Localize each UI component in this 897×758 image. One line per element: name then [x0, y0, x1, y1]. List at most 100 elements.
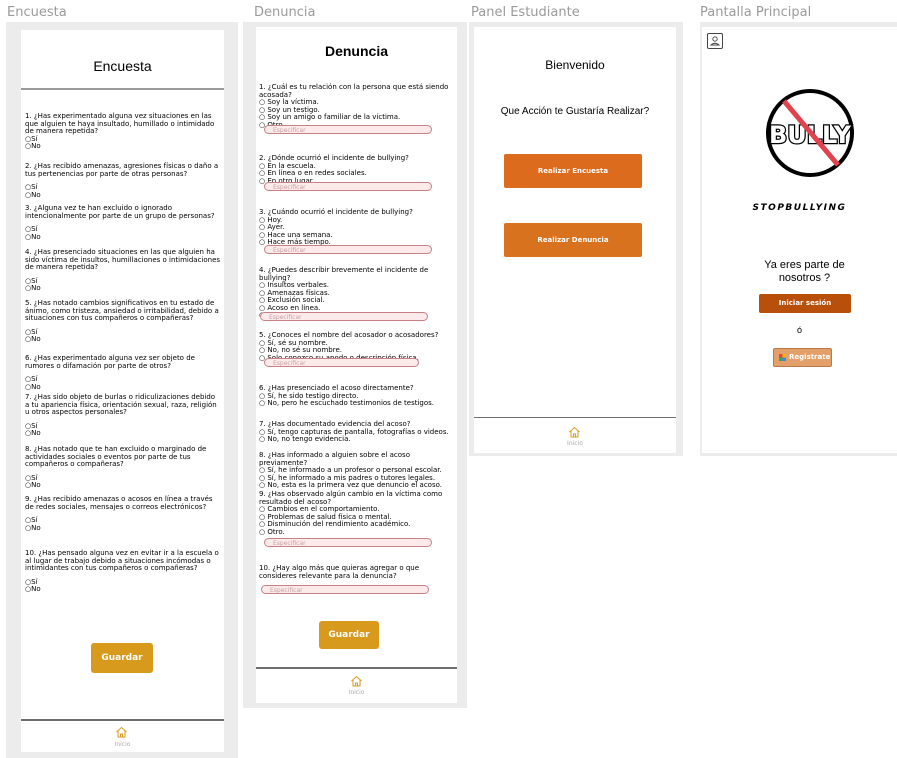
radio-option[interactable]: ○Sí [25, 474, 221, 483]
encuesta-screen: Encuesta 1. ¿Has experimentado alguna ve… [21, 30, 224, 752]
encuesta-question: 3. ¿Alguna vez te han excluido o ignorad… [25, 204, 221, 242]
encuesta-question: 10. ¿Has pensado alguna vez en evitar ir… [25, 549, 221, 594]
encuesta-question: 7. ¿Has sido objeto de burlas o ridiculi… [25, 393, 221, 438]
radio-label: No [31, 429, 41, 437]
radio-label: No, no tengo evidencia. [267, 435, 351, 443]
encuesta-question: 6. ¿Has experimentado alguna vez ser obj… [25, 354, 221, 392]
specify-input[interactable]: Especificar [264, 538, 432, 547]
specify-input[interactable]: Especificar [264, 358, 419, 367]
encuesta-question: 1. ¿Has experimentado alguna vez situaci… [25, 112, 221, 151]
denuncia-question: 9. ¿Has observado algún cambio en la víc… [259, 490, 455, 537]
radio-option[interactable]: ○ Acoso en línea. [259, 304, 455, 313]
denuncia-nav-label[interactable]: Inicio [256, 689, 457, 696]
radio-label: No, esta es la primera vez que denuncio … [267, 481, 442, 489]
question-text: 9. ¿Has recibido amenazas o acosos en lí… [25, 495, 213, 511]
radio-option[interactable]: ○Sí [25, 328, 221, 337]
brand-text: STOPBULLYING [752, 203, 847, 213]
radio-option[interactable]: ○No [25, 284, 221, 293]
home-icon[interactable] [568, 426, 581, 438]
question-text: 4. ¿Puedes describir brevemente el incid… [259, 266, 429, 282]
radio-option[interactable]: ○No [25, 190, 221, 200]
radio-label: No [31, 284, 41, 292]
radio-label: Soy un amigo o familiar de la víctima. [267, 113, 401, 121]
principal-screen: BULLY STOPBULLYING Ya eres parte de noso… [702, 27, 897, 453]
radio-option[interactable]: ○ Soy un amigo o familiar de la víctima. [259, 113, 455, 122]
encuesta-question: 2. ¿Has recibido amenazas, agresiones fí… [25, 162, 221, 200]
home-icon[interactable] [115, 726, 128, 738]
survey-button[interactable]: Realizar Encuesta [504, 154, 642, 188]
frame-label-principal: Pantalla Principal [700, 5, 812, 20]
encuesta-question: 5. ¿Has notado cambios significativos en… [25, 299, 221, 344]
radio-option[interactable]: ○No [25, 585, 221, 594]
report-button[interactable]: Realizar Denuncia [504, 223, 642, 257]
radio-option[interactable]: ○Sí [25, 578, 221, 587]
radio-option[interactable]: ○No [25, 232, 221, 242]
radio-label: No [31, 190, 41, 199]
question-text: 3. ¿Alguna vez te han excluido o ignorad… [25, 204, 215, 220]
radio-option[interactable]: ○Sí [25, 375, 221, 384]
denuncia-question: 3. ¿Cuándo ocurrió el incidente de bully… [259, 208, 455, 247]
radio-option[interactable]: ○No [25, 142, 221, 151]
radio-option[interactable]: ○ Hoy. [259, 216, 455, 225]
question-text: 1. ¿Cuál es tu relación con la persona q… [259, 83, 449, 99]
radio-option[interactable]: ○Sí [25, 225, 221, 234]
radio-option[interactable]: ○Sí [25, 422, 221, 431]
denuncia-save-button[interactable]: Guardar [319, 621, 379, 649]
radio-label: No [31, 585, 41, 593]
panel-nav-label[interactable]: Inicio [474, 440, 676, 447]
radio-option[interactable]: ○Sí [25, 135, 221, 144]
encuesta-question: 4. ¿Has presenciado situaciones en las q… [25, 248, 221, 293]
specify-input[interactable]: Especificar [261, 585, 429, 594]
member-question: Ya eres parte de nosotros ? [764, 259, 845, 284]
frame-label-panel: Panel Estudiante [471, 5, 580, 20]
encuesta-nav-label[interactable]: Inicio [21, 741, 224, 748]
radio-label: No [31, 382, 41, 391]
frame-label-encuesta: Encuesta [7, 5, 67, 20]
user-icon [709, 36, 721, 46]
denuncia-question: 10. ¿Hay algo más que quieras agregar o … [259, 564, 455, 580]
radio-option[interactable]: ○No [25, 524, 221, 533]
specify-input[interactable]: Especificar [264, 182, 432, 191]
radio-option[interactable]: ○No [25, 335, 221, 344]
encuesta-nav-divider [21, 719, 224, 721]
login-button[interactable]: Iniciar sesión [759, 294, 851, 313]
encuesta-title: Encuesta [93, 58, 152, 74]
radio-option[interactable]: ○ No, pero he escuchado testimonios de t… [259, 399, 455, 408]
specify-input[interactable]: Especificar [264, 125, 432, 134]
radio-option[interactable]: ○Sí [25, 277, 221, 286]
frame-label-denuncia: Denuncia [254, 5, 316, 20]
radio-label: No, pero he escuchado testimonios de tes… [267, 399, 435, 407]
radio-label: No [31, 232, 41, 241]
register-label: Registrate [789, 353, 831, 361]
radio-option[interactable]: ○No [25, 429, 221, 438]
denuncia-nav-divider [256, 667, 457, 669]
denuncia-question: 6. ¿Has presenciado el acoso directament… [259, 384, 455, 408]
radio-label: Disminución del rendimiento académico. [267, 520, 411, 528]
question-text: 8. ¿Has informado a alguien sobre el aco… [259, 451, 410, 467]
radio-option[interactable]: ○No [25, 382, 221, 392]
radio-option[interactable]: ○Sí [25, 516, 221, 525]
register-button[interactable]: Registrate [773, 348, 832, 367]
radio-option[interactable]: ○ Otro. [259, 527, 455, 537]
specify-input[interactable]: Especificar [264, 245, 432, 254]
denuncia-title: Denuncia [324, 43, 388, 59]
denuncia-question: 1. ¿Cuál es tu relación con la persona q… [259, 83, 455, 129]
question-text: 4. ¿Has presenciado situaciones en las q… [25, 248, 221, 271]
radio-option[interactable]: ○ No, no tengo evidencia. [259, 435, 455, 444]
radio-option[interactable]: ○Sí [25, 183, 221, 192]
encuesta-save-button[interactable]: Guardar [91, 643, 153, 673]
denuncia-question: 2. ¿Dónde ocurrió el incidente de bullyi… [259, 154, 455, 185]
question-text: 7. ¿Has sido objeto de burlas o ridiculi… [25, 393, 217, 416]
home-icon[interactable] [350, 675, 363, 687]
question-text: 5. ¿Has notado cambios significativos en… [25, 299, 219, 322]
google-icon [779, 354, 786, 361]
radio-option[interactable]: ○ No, esta es la primera vez que denunci… [259, 481, 455, 490]
profile-button[interactable] [707, 33, 723, 49]
specify-input[interactable]: Especificar [260, 312, 428, 321]
panel-welcome: Bienvenido [545, 58, 605, 72]
radio-option[interactable]: ○ Disminución del rendimiento académico. [259, 520, 455, 529]
encuesta-question: 8. ¿Has notado que te han excluido o mar… [25, 445, 221, 490]
radio-option[interactable]: ○No [25, 481, 221, 490]
question-text: 10. ¿Hay algo más que quieras agregar o … [259, 564, 420, 580]
radio-label: Otro. [267, 527, 285, 536]
